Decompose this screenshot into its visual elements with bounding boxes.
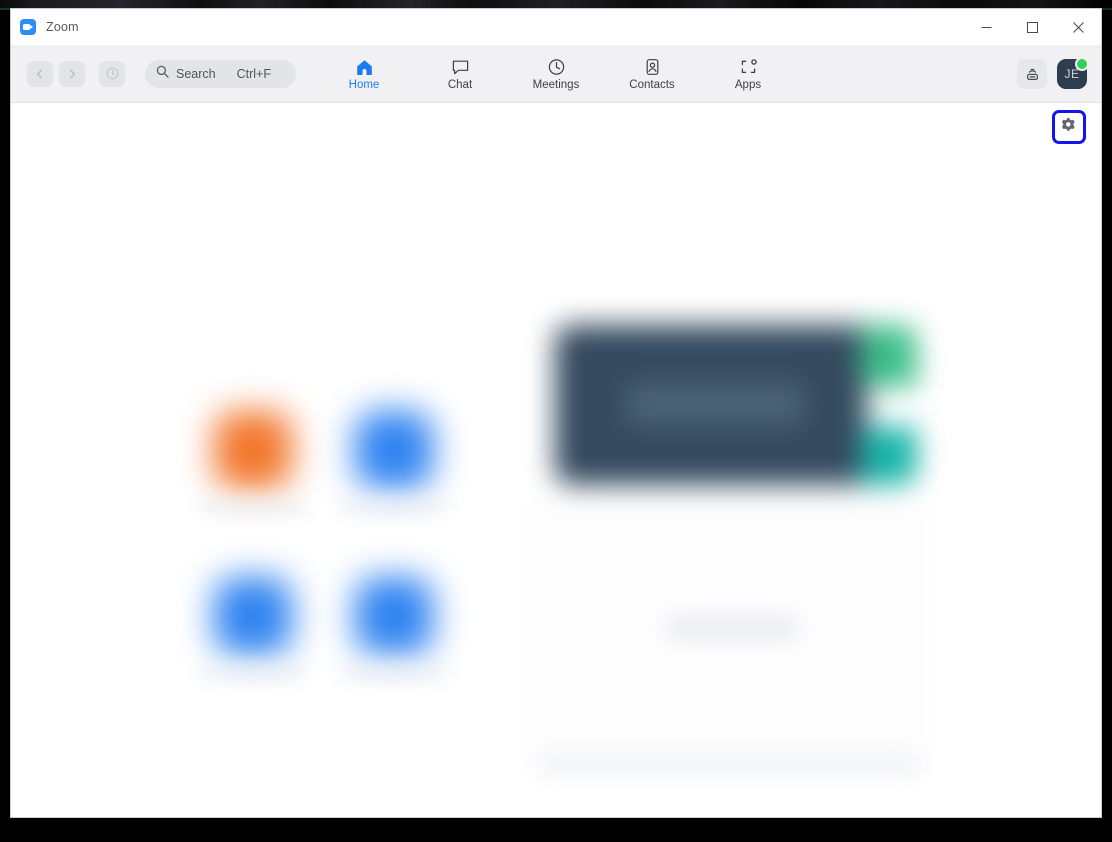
tab-home-label: Home xyxy=(348,78,380,91)
clock-date-card xyxy=(555,325,917,485)
chat-bubble-icon xyxy=(451,57,470,76)
search-input[interactable]: Search Ctrl+F xyxy=(145,59,296,88)
tab-home[interactable]: Home xyxy=(336,57,392,91)
new-meeting-button[interactable] xyxy=(196,399,311,553)
search-placeholder: Search xyxy=(176,66,216,81)
maximize-icon[interactable] xyxy=(1009,9,1055,45)
tab-apps-label: Apps xyxy=(734,78,762,91)
tab-contacts[interactable]: Contacts xyxy=(624,57,680,91)
tab-meetings[interactable]: Meetings xyxy=(528,57,584,91)
share-screen-button[interactable] xyxy=(337,565,452,719)
plus-box-icon xyxy=(354,411,433,489)
panel-surface xyxy=(527,504,931,774)
back-button[interactable] xyxy=(27,60,53,87)
home-icon xyxy=(355,57,374,76)
minimize-icon[interactable] xyxy=(963,9,1009,45)
clock-card-accent-bottom xyxy=(861,427,917,485)
avatar[interactable]: JE xyxy=(1057,56,1089,89)
clock-icon xyxy=(547,57,566,76)
tab-apps[interactable]: Apps xyxy=(720,57,776,91)
navigation-buttons: Search Ctrl+F xyxy=(27,59,296,88)
zoom-video-logo-icon xyxy=(20,19,36,35)
schedule-button[interactable] xyxy=(196,565,311,719)
main-toolbar: Search Ctrl+F Home Chat Meetings Contact… xyxy=(11,45,1101,103)
join-label xyxy=(341,500,447,513)
close-icon[interactable] xyxy=(1055,9,1101,45)
panel-footer-strip xyxy=(539,749,919,779)
share-screen-label xyxy=(341,666,447,679)
join-button[interactable] xyxy=(337,399,452,553)
home-action-tiles xyxy=(196,399,451,719)
share-screen-icon[interactable] xyxy=(1017,58,1047,89)
schedule-label xyxy=(200,666,306,679)
video-camera-icon xyxy=(214,411,293,489)
app-title: Zoom xyxy=(46,20,79,34)
search-shortcut: Ctrl+F xyxy=(236,66,271,81)
clock-time-text xyxy=(625,383,805,425)
clock-card-accent-top xyxy=(861,325,917,387)
calendar-icon xyxy=(214,577,293,655)
tab-meetings-label: Meetings xyxy=(532,78,580,91)
title-bar: Zoom xyxy=(11,9,1101,45)
forward-button[interactable] xyxy=(59,60,85,87)
home-content-area xyxy=(11,103,1101,817)
contact-card-icon xyxy=(643,57,662,76)
no-upcoming-meetings-message xyxy=(667,617,797,639)
apps-brackets-icon xyxy=(739,57,758,76)
new-meeting-label xyxy=(200,500,306,513)
status-badge xyxy=(1075,56,1089,71)
gear-icon xyxy=(1061,117,1077,138)
history-clock-icon[interactable] xyxy=(99,60,125,87)
tab-chat-label: Chat xyxy=(447,78,473,91)
search-icon xyxy=(156,65,169,83)
tab-contacts-label: Contacts xyxy=(629,78,675,91)
window-controls xyxy=(963,9,1101,45)
meetings-side-panel xyxy=(527,299,931,779)
settings-button[interactable] xyxy=(1052,110,1086,144)
tab-chat[interactable]: Chat xyxy=(432,57,488,91)
toolbar-right-group: JE xyxy=(1017,56,1089,89)
share-screen-arrow-icon xyxy=(354,577,433,655)
zoom-app-window: Zoom Search Ctrl+F Home Chat Meetings Co… xyxy=(10,8,1102,818)
